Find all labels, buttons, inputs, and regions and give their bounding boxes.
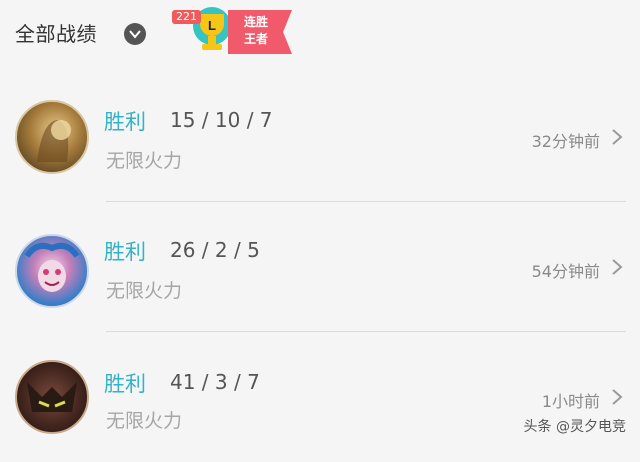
champion-avatar-golden-icon [37, 120, 71, 162]
match-result: 胜利 [104, 240, 146, 264]
champion-avatar-jinx-icon [24, 242, 80, 292]
kda-score: 15 / 10 / 7 [170, 108, 273, 132]
champion-avatar [15, 360, 89, 434]
chevron-down-icon[interactable] [124, 23, 146, 45]
game-mode: 无限火力 [106, 410, 183, 432]
match-record[interactable]: 胜利 41 / 3 / 7 无限火力 1小时前 [0, 332, 640, 462]
match-time: 32分钟前 [531, 132, 600, 151]
champion-avatar [15, 100, 89, 174]
champion-avatar [15, 234, 89, 308]
header: 全部战绩 L 221 连胜 王者 [0, 0, 640, 72]
match-record[interactable]: 胜利 26 / 2 / 5 无限火力 54分钟前 [0, 202, 640, 332]
chevron-right-icon[interactable] [610, 128, 624, 146]
match-result: 胜利 [104, 110, 146, 134]
match-time: 54分钟前 [531, 262, 600, 281]
game-mode: 无限火力 [106, 280, 183, 302]
chevron-right-icon[interactable] [610, 258, 624, 276]
win-streak-badge[interactable]: L 221 连胜 王者 [172, 4, 302, 60]
trophy-count-badge: 221 [172, 10, 201, 24]
champion-avatar-dark-icon [27, 382, 77, 412]
match-record[interactable]: 胜利 15 / 10 / 7 无限火力 32分钟前 [0, 72, 640, 202]
match-result: 胜利 [104, 372, 146, 396]
page-title: 全部战绩 [15, 22, 97, 46]
kda-score: 26 / 2 / 5 [170, 238, 260, 262]
ribbon-line-1: 连胜 [243, 15, 268, 29]
win-streak-ribbon: 连胜 王者 [228, 10, 292, 54]
trophy-letter: L [208, 18, 216, 33]
kda-score: 41 / 3 / 7 [170, 370, 260, 394]
ribbon-line-2: 王者 [243, 32, 268, 46]
match-time: 1小时前 [541, 392, 600, 411]
watermark: 头条 @灵夕电竞 [523, 419, 626, 435]
game-mode: 无限火力 [106, 150, 183, 172]
chevron-right-icon[interactable] [610, 388, 624, 406]
